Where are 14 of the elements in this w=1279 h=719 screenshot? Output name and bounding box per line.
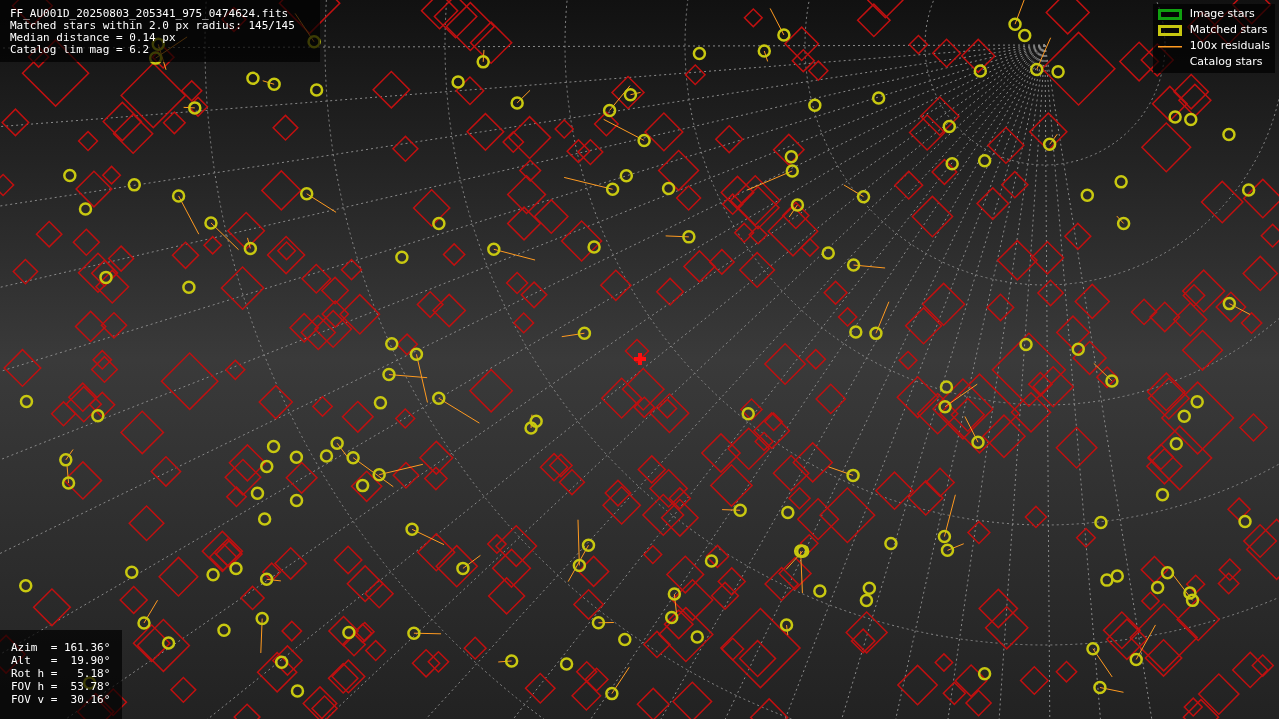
pointing-line: Alt = 19.90° [11,654,111,667]
pointing-line: FOV v = 30.16° [11,693,111,706]
info-line: FF_AU001D_20250803_205341_975_0474624.fits [10,8,290,20]
info-line: Median distance = 0.14 px [10,32,177,44]
pointing-line: Azim = 161.36° [11,641,111,654]
center-cross-icon [634,353,646,365]
pointing-line: FOV h = 53.78° [11,680,111,693]
legend-label: Image stars [1189,6,1255,23]
info-line: Matched stars within 2.0 px radius: 145/145 [10,20,296,32]
legend-label: 100x residuals [1189,38,1270,55]
legend-label: Matched stars [1189,22,1268,39]
info-line: Catalog lim mag = 6.2 [10,44,151,56]
pointing-line: Rot h = 5.18° [11,667,111,680]
legend-label: Catalog stars [1189,54,1263,71]
